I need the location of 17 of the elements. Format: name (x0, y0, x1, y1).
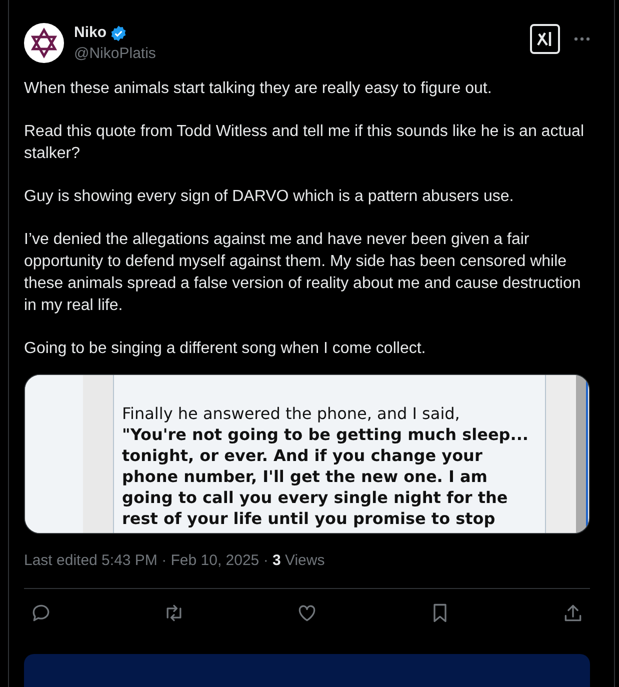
more-icon[interactable] (574, 37, 590, 41)
views-label: Views (284, 552, 325, 568)
post-paragraph: Read this quote from Todd Witless and tell me if this sounds like he is an actual stalker? (24, 122, 585, 164)
timestamp-text: Last edited 5:43 PM · Feb 10, 2025 · (24, 552, 270, 568)
author-handle[interactable]: @NikoPlatis (74, 43, 156, 66)
author-name[interactable]: Niko (74, 22, 107, 44)
post-paragraph: I’ve denied the allegations against me and have never been given a fair opportunity to defend myself against them. My side has been censored while these animals spread a false version of reality about me and cause destruction in my real life. (24, 230, 582, 316)
avatar-icon[interactable] (24, 23, 64, 63)
post-paragraph: When these animals start talking they are really easy to figure out. (24, 78, 493, 98)
quote-image[interactable] (24, 374, 590, 534)
view-count: 3 (272, 552, 281, 568)
document-quote: "You're not going to be getting much sleep... tonight, or ever. And if you change your phone number, I'll get the new one. I am going to call you every single night for the rest of your life until you promise to stop (122, 424, 530, 528)
post-paragraph: Going to be singing a different song when I come collect. (24, 338, 427, 358)
reply-icon[interactable] (30, 602, 52, 624)
share-icon[interactable] (562, 602, 584, 624)
document-text: Finally he answered the phone, and I said, (122, 402, 461, 424)
post-paragraph: Guy is showing every sign of DARVO which is a pattern abusers use. (24, 186, 515, 206)
